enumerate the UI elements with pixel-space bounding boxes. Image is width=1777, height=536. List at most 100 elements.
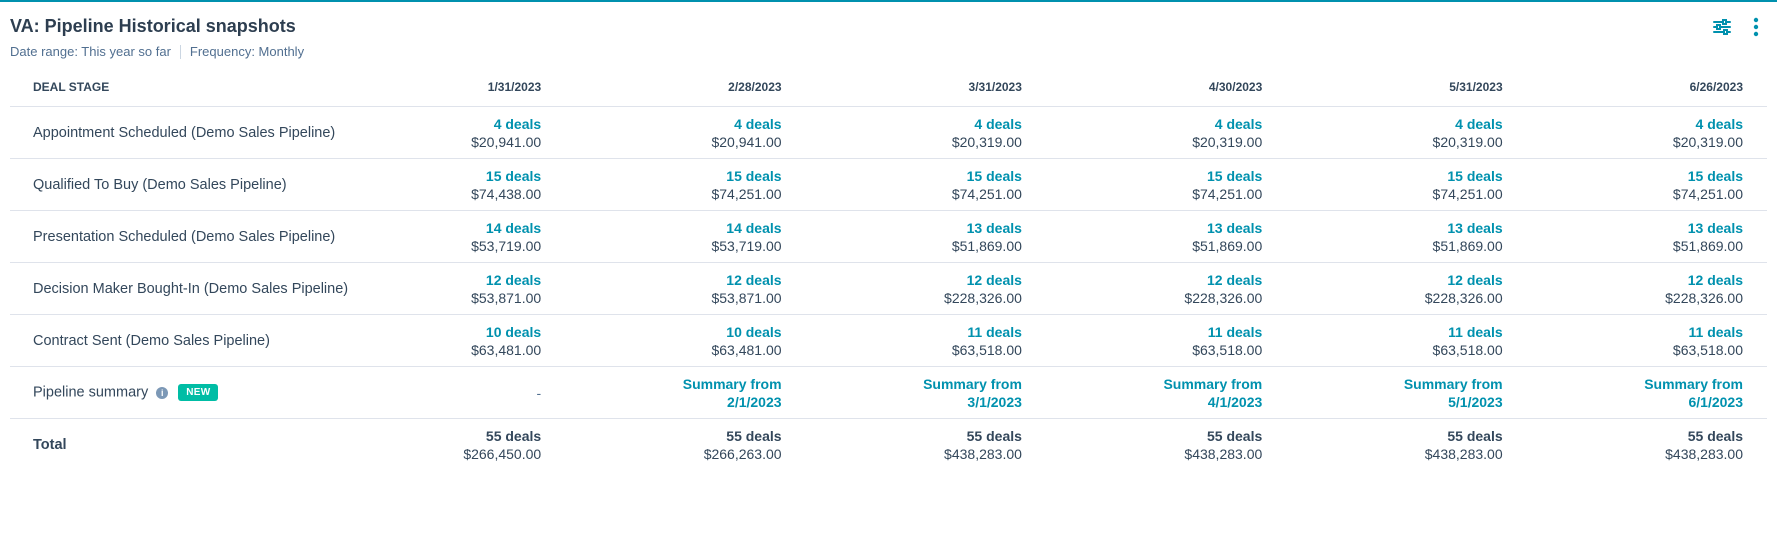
snapshot-cell: 11 deals $63,518.00	[1286, 314, 1527, 367]
total-label: Total	[33, 436, 67, 453]
snapshot-cell: 15 deals $74,438.00	[404, 158, 566, 211]
deal-count-link[interactable]: 14 deals	[405, 219, 541, 237]
deal-count-link[interactable]: 15 deals	[565, 167, 781, 185]
summary-link-date: 4/1/2023	[1207, 393, 1263, 410]
deal-count-link[interactable]: 12 deals	[1527, 271, 1743, 289]
column-header-date[interactable]: 2/28/2023	[565, 68, 806, 107]
summary-cell: Summary from 2/1/2023	[565, 366, 806, 419]
deal-amount: $63,481.00	[711, 341, 782, 358]
report-title: VA: Pipeline Historical snapshots	[10, 16, 296, 36]
report-toolbar	[1711, 16, 1767, 38]
info-icon[interactable]: i	[156, 386, 169, 399]
deal-count-link[interactable]: 12 deals	[806, 271, 1022, 289]
deal-count-link[interactable]: 12 deals	[1046, 271, 1262, 289]
deal-count-link[interactable]: 4 deals	[405, 115, 541, 133]
deal-count-link[interactable]: 11 deals	[806, 323, 1022, 341]
deal-amount: $63,518.00	[951, 341, 1022, 358]
deal-amount: $74,251.00	[1672, 185, 1743, 202]
deal-count-link[interactable]: 4 deals	[1046, 115, 1262, 133]
deal-count-link[interactable]: 4 deals	[565, 115, 781, 133]
deal-count-link[interactable]: 4 deals	[1527, 115, 1743, 133]
deal-count-link[interactable]: 10 deals	[565, 323, 781, 341]
snapshot-cell: 15 deals $74,251.00	[565, 158, 806, 211]
deal-amount: $20,319.00	[1192, 133, 1263, 150]
summary-cell: Summary from 4/1/2023	[1045, 366, 1287, 419]
deal-amount: $63,518.00	[1672, 341, 1743, 358]
summary-link[interactable]: Summary from 2/1/2023	[565, 375, 782, 411]
deal-count-link[interactable]: 4 deals	[1286, 115, 1502, 133]
deal-amount: $74,251.00	[711, 185, 782, 202]
frequency-label: Frequency: Monthly	[189, 44, 305, 59]
snapshot-cell: 15 deals $74,251.00	[805, 158, 1046, 211]
deal-count-link[interactable]: 13 deals	[1527, 219, 1743, 237]
deal-count-link[interactable]: 10 deals	[405, 323, 541, 341]
column-header-date[interactable]: 3/31/2023	[805, 68, 1046, 107]
pipeline-summary-label: Pipeline summary	[33, 384, 149, 401]
snapshot-cell: 15 deals $74,251.00	[1045, 158, 1287, 211]
deal-count-link[interactable]: 12 deals	[1286, 271, 1502, 289]
snapshot-cell: 13 deals $51,869.00	[1526, 210, 1767, 263]
deal-count-link[interactable]: 11 deals	[1286, 323, 1503, 341]
total-row: Total 55 deals $266,450.00 55 deals $266,263…	[10, 419, 1767, 471]
deal-count-link[interactable]: 15 deals	[1046, 167, 1262, 185]
deal-amount: $53,871.00	[711, 289, 782, 306]
column-header-date[interactable]: 6/26/2023	[1526, 68, 1767, 107]
pipeline-summary-row: Pipeline summary i NEW - Summary from 2/1/202…	[10, 366, 1767, 419]
deal-amount: $74,438.00	[471, 185, 542, 202]
snapshot-cell: 4 deals $20,319.00	[805, 106, 1046, 159]
total-cell: 55 deals $438,283.00	[1527, 419, 1767, 471]
filter-sliders-icon[interactable]	[1711, 16, 1733, 38]
deal-count-link[interactable]: 12 deals	[405, 271, 541, 289]
table-row: Contract Sent (Demo Sales Pipeline) 10 de…	[10, 314, 1767, 367]
deal-stage-name: Presentation Scheduled (Demo Sales Pipel…	[10, 210, 405, 263]
pipeline-summary-label-cell: Pipeline summary i NEW	[10, 366, 405, 419]
deal-count-link[interactable]: 14 deals	[565, 219, 781, 237]
new-badge: NEW	[178, 384, 219, 401]
deal-amount: $51,869.00	[951, 237, 1022, 254]
summary-link-date: 5/1/2023	[1448, 393, 1503, 410]
summary-cell: Summary from 5/1/2023	[1286, 366, 1527, 419]
total-deal-count: 55 deals	[485, 427, 542, 444]
deal-stage-name: Qualified To Buy (Demo Sales Pipeline)	[10, 158, 405, 211]
deal-count-link[interactable]: 15 deals	[1286, 167, 1502, 185]
deal-count-link[interactable]: 13 deals	[1046, 219, 1262, 237]
column-header-deal-stage[interactable]: DEAL STAGE	[10, 68, 405, 107]
empty-summary: -	[536, 384, 542, 401]
total-cell: 55 deals $266,450.00	[405, 419, 565, 471]
snapshot-cell: 12 deals $228,326.00	[1045, 262, 1287, 315]
column-header-date[interactable]: 1/31/2023	[404, 68, 566, 107]
summary-link-date: 3/1/2023	[967, 393, 1022, 410]
summary-link[interactable]: Summary from 6/1/2023	[1527, 375, 1743, 411]
summary-cell: -	[404, 366, 566, 419]
deal-count-link[interactable]: 11 deals	[1046, 323, 1263, 341]
snapshot-cell: 11 deals $63,518.00	[1045, 314, 1287, 367]
deal-count-link[interactable]: 15 deals	[405, 167, 541, 185]
deal-amount: $228,326.00	[944, 289, 1022, 306]
deal-count-link[interactable]: 13 deals	[1286, 219, 1502, 237]
deal-count-link[interactable]: 15 deals	[1527, 167, 1743, 185]
snapshot-cell: 4 deals $20,319.00	[1045, 106, 1287, 159]
summary-link[interactable]: Summary from 5/1/2023	[1286, 375, 1503, 411]
column-header-date[interactable]: 4/30/2023	[1045, 68, 1287, 107]
deal-count-link[interactable]: 13 deals	[806, 219, 1022, 237]
total-amount: $266,450.00	[463, 445, 542, 462]
summary-link-text: Summary from	[1644, 375, 1743, 392]
summary-link-date: 2/1/2023	[727, 393, 782, 410]
deal-count-link[interactable]: 11 deals	[1527, 323, 1744, 341]
deal-amount: $74,251.00	[951, 185, 1022, 202]
snapshot-cell: 15 deals $74,251.00	[1526, 158, 1767, 211]
deal-count-link[interactable]: 15 deals	[806, 167, 1022, 185]
summary-link[interactable]: Summary from 3/1/2023	[806, 375, 1022, 411]
summary-link[interactable]: Summary from 4/1/2023	[1046, 375, 1262, 411]
total-deal-count: 55 deals	[1687, 427, 1743, 444]
deal-count-link[interactable]: 12 deals	[565, 271, 781, 289]
more-vertical-icon[interactable]	[1745, 16, 1767, 38]
total-amount: $266,263.00	[703, 445, 782, 462]
snapshot-cell: 14 deals $53,719.00	[404, 210, 566, 263]
summary-link-text: Summary from	[1403, 375, 1503, 392]
deal-count-link[interactable]: 4 deals	[806, 115, 1021, 133]
deal-amount: $228,326.00	[1184, 289, 1263, 306]
snapshot-cell: 4 deals $20,941.00	[404, 106, 566, 159]
column-header-date[interactable]: 5/31/2023	[1286, 68, 1527, 107]
snapshot-cell: 11 deals $63,518.00	[805, 314, 1046, 367]
